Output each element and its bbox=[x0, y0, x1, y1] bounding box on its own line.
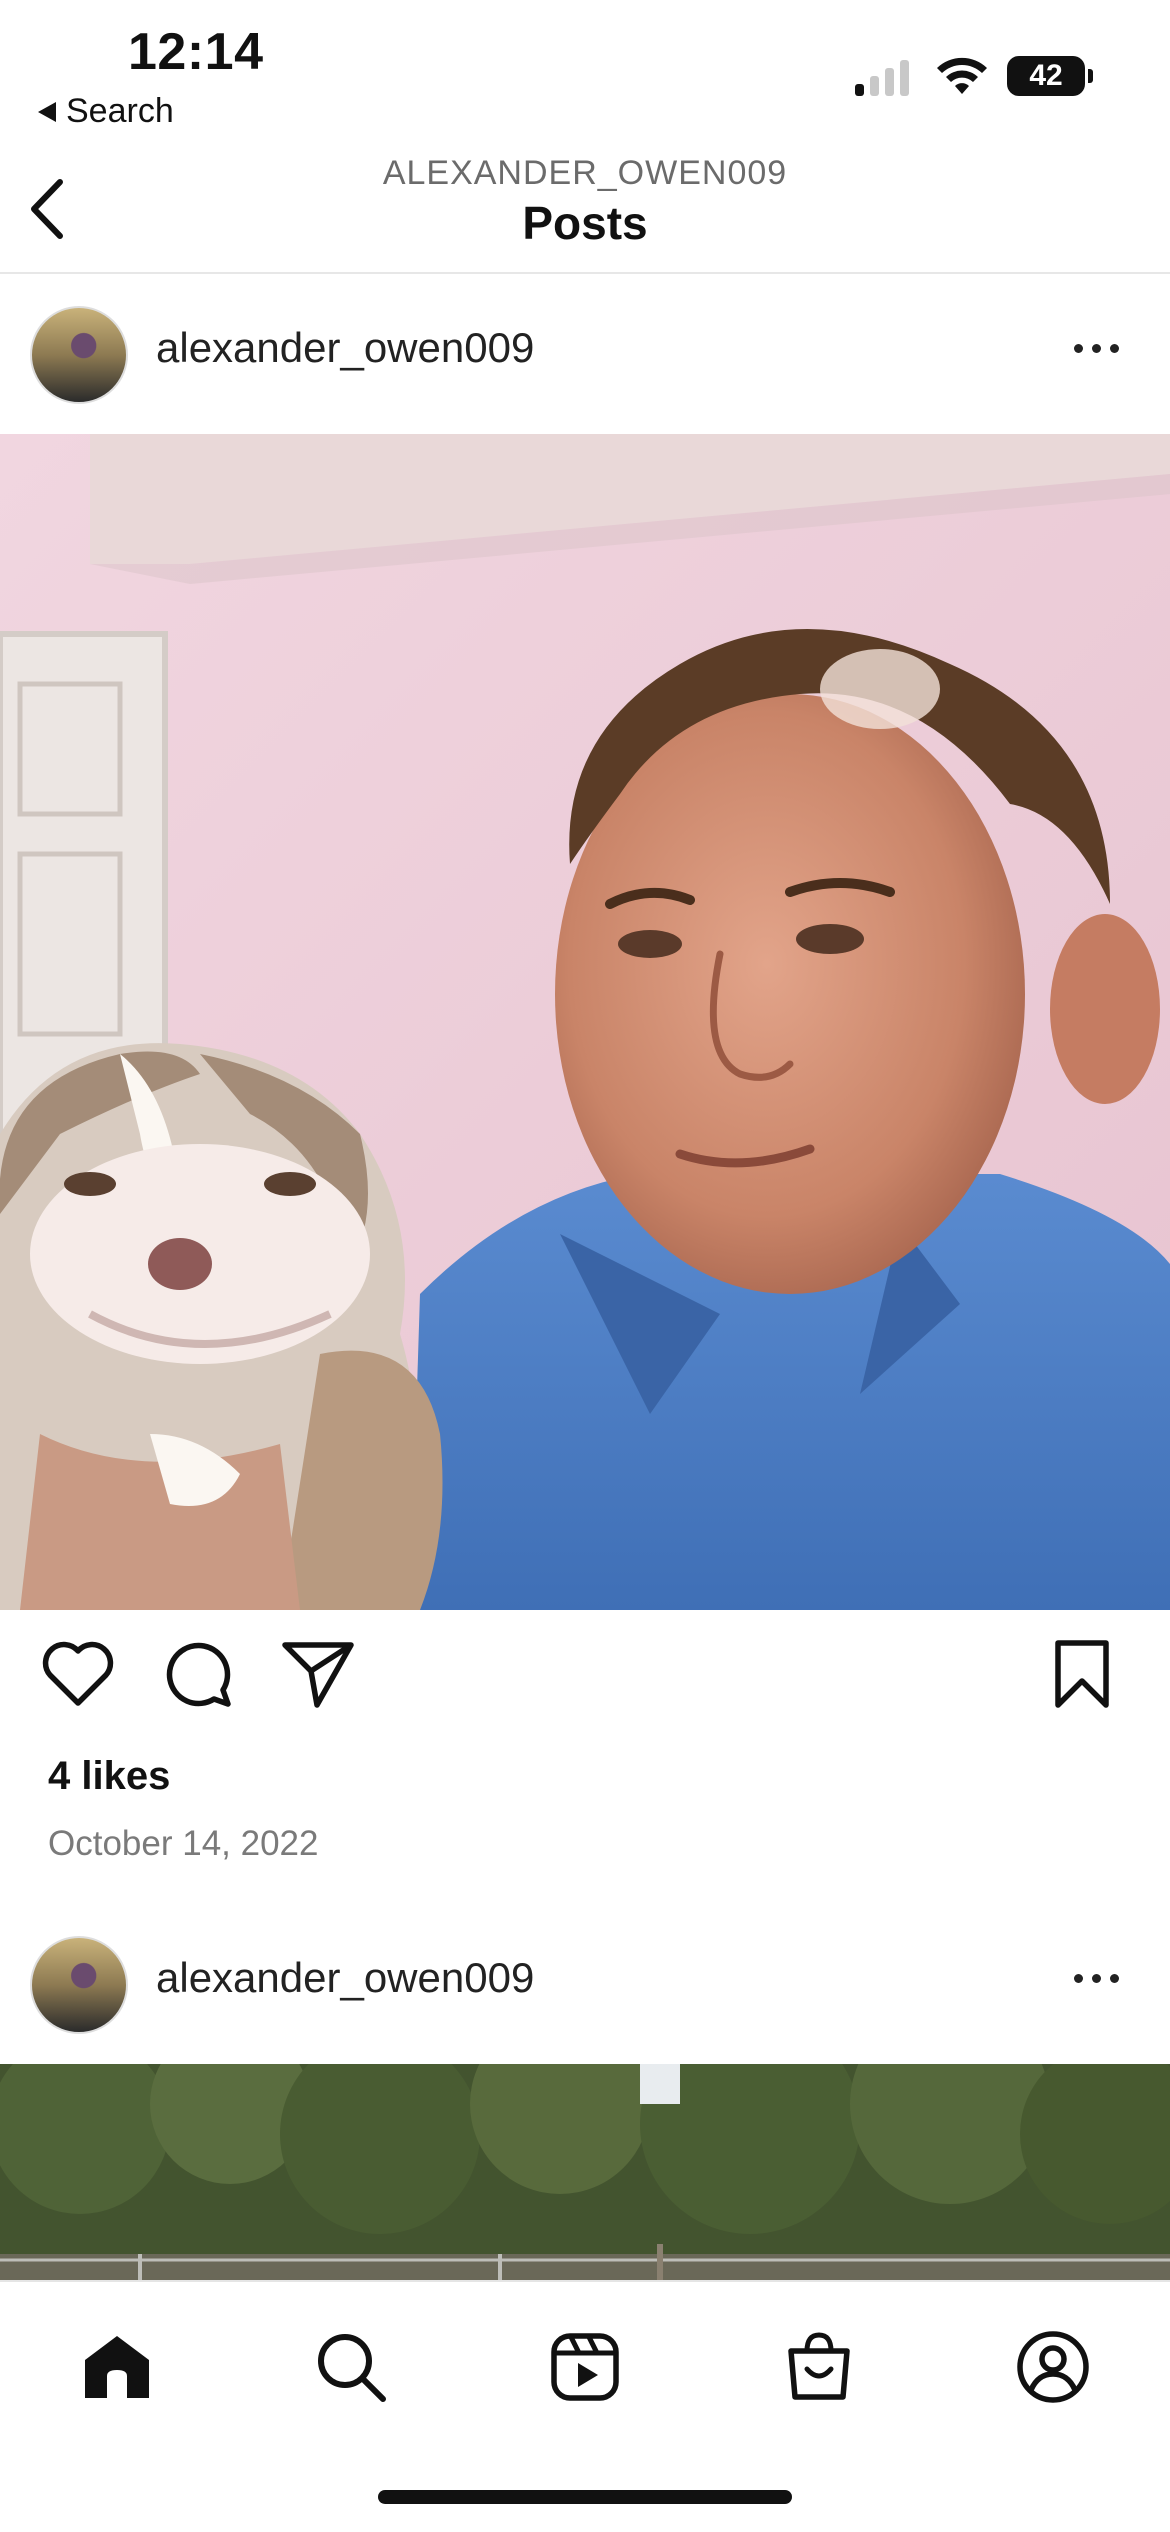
post-username[interactable]: alexander_owen009 bbox=[156, 1954, 534, 2002]
avatar[interactable] bbox=[30, 1936, 128, 2034]
page-title: Posts bbox=[522, 197, 648, 249]
back-to-app-link[interactable]: Search bbox=[38, 92, 174, 131]
battery-level: 42 bbox=[1029, 59, 1063, 92]
heart-icon[interactable] bbox=[38, 1634, 118, 1714]
post-photo-illustration bbox=[0, 2064, 1170, 2282]
post-header: alexander_owen009 bbox=[0, 274, 1170, 434]
shop-icon[interactable] bbox=[774, 2322, 864, 2412]
more-options-icon[interactable] bbox=[1074, 344, 1119, 353]
battery-icon: 42 bbox=[1007, 56, 1085, 96]
more-options-icon[interactable] bbox=[1074, 1974, 1119, 1983]
nav-header: ALEXANDER_OWEN009 Posts bbox=[0, 140, 1170, 274]
status-bar: 12:14 Search 42 bbox=[0, 0, 1170, 140]
post-header: alexander_owen009 bbox=[0, 1904, 1170, 2064]
post-actions bbox=[0, 1612, 1170, 1762]
post-photo[interactable] bbox=[0, 2064, 1170, 2282]
post-date: October 14, 2022 bbox=[48, 1824, 319, 1863]
cellular-signal-icon bbox=[855, 58, 909, 96]
status-time: 12:14 bbox=[128, 23, 264, 81]
wifi-icon bbox=[937, 57, 987, 94]
screen: 12:14 Search 42 ALEXANDER_OWEN009 Posts … bbox=[0, 0, 1170, 2532]
reels-icon[interactable] bbox=[540, 2322, 630, 2412]
bookmark-icon[interactable] bbox=[1042, 1634, 1122, 1714]
likes-count[interactable]: 4 likes bbox=[48, 1754, 170, 1799]
back-to-app-label: Search bbox=[66, 92, 174, 130]
post-username[interactable]: alexander_owen009 bbox=[156, 324, 534, 372]
home-icon[interactable] bbox=[72, 2322, 162, 2412]
page-subtitle: ALEXANDER_OWEN009 bbox=[382, 154, 788, 192]
search-icon[interactable] bbox=[306, 2322, 396, 2412]
battery-nub bbox=[1088, 69, 1093, 83]
avatar[interactable] bbox=[30, 306, 128, 404]
profile-icon[interactable] bbox=[1008, 2322, 1098, 2412]
back-triangle-icon bbox=[38, 101, 56, 122]
share-icon[interactable] bbox=[278, 1634, 358, 1714]
post-photo-illustration bbox=[0, 434, 1170, 1610]
post-photo[interactable] bbox=[0, 434, 1170, 1610]
comment-icon[interactable] bbox=[158, 1634, 238, 1714]
home-indicator[interactable] bbox=[378, 2490, 792, 2504]
